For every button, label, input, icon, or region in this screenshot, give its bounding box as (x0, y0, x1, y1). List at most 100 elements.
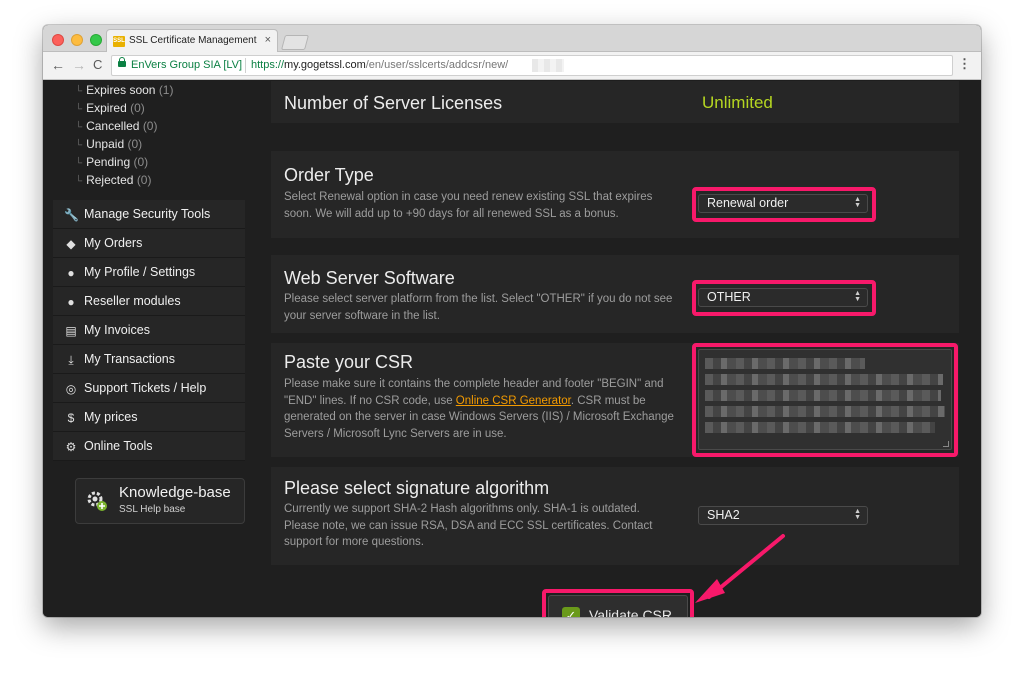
csr-title: Paste your CSR (284, 352, 414, 372)
sidebar-item-label: Unpaid (86, 137, 125, 151)
url-path: /en/user/sslcerts/addcsr/new/ (365, 59, 509, 71)
new-tab-button[interactable] (280, 35, 310, 50)
server-software-title: Web Server Software (284, 268, 455, 288)
knowledge-base-title: Knowledge-base (119, 484, 231, 501)
csr-description: Please make sure it contains the complet… (284, 376, 674, 442)
licenses-title: Number of Server Licenses (284, 93, 503, 113)
back-icon[interactable]: ← (51, 57, 65, 73)
document-icon: ▤ (65, 324, 77, 338)
sidebar-item-label: My prices (84, 410, 138, 424)
url-host: my.gogetssl.com (284, 59, 366, 71)
order-type-highlight (692, 187, 876, 222)
sidebar-item-label: My Orders (84, 236, 143, 250)
signature-selected: SHA2 (707, 508, 740, 522)
sidebar-item-label: My Invoices (84, 323, 150, 337)
url-text: https://my.gogetssl.com/en/user/sslcerts… (251, 59, 508, 71)
online-csr-generator-link[interactable]: Online CSR Generator (456, 395, 571, 407)
status-count: (0) (127, 137, 143, 151)
address-bar[interactable]: EnVers Group SIA [LV] https://my.gogetss… (111, 55, 953, 76)
order-type-panel: Order Type Select Renewal option in case… (271, 151, 959, 238)
sidebar-item-label: Manage Security Tools (84, 207, 211, 221)
status-count: (0) (142, 119, 158, 133)
gears-icon (87, 491, 107, 511)
dollar-icon: $ (67, 411, 75, 425)
server-software-panel: Web Server Software Please select server… (271, 255, 959, 333)
certificate-org-name: EnVers Group SIA [LV] (131, 59, 243, 71)
sidebar-item-my-invoices[interactable]: ▤ My Invoices (53, 316, 245, 345)
sidebar-item-manage-security-tools[interactable]: 🔧 Manage Security Tools (53, 200, 245, 229)
server-software-description: Please select server platform from the l… (284, 293, 673, 322)
close-window-button[interactable] (52, 34, 64, 46)
sidebar-item-label: My Profile / Settings (84, 265, 196, 279)
lifebuoy-icon: ◎ (65, 382, 77, 396)
sidebar-item-label: Rejected (86, 173, 134, 187)
signature-select[interactable]: SHA2 ▲ ▼ (698, 506, 868, 525)
sidebar-item-label: Reseller modules (84, 294, 181, 308)
user-icon: ● (67, 266, 75, 280)
sidebar-item-pending[interactable]: └ Pending (0) (75, 155, 148, 169)
reload-icon[interactable]: C (93, 57, 102, 73)
sidebar-item-my-transactions[interactable]: ⤓ My Transactions (53, 345, 245, 374)
sidebar-menu: 🔧 Manage Security Tools ◆ My Orders ● My Pr… (53, 200, 245, 461)
forward-icon[interactable]: → (72, 57, 86, 73)
sidebar-item-expired[interactable]: └ Expired (0) (75, 101, 145, 115)
users-icon: ● (67, 295, 75, 309)
address-separator (245, 58, 246, 73)
knowledge-base-button[interactable]: Knowledge-base SSL Help base (75, 478, 245, 524)
sidebar-item-support-tickets[interactable]: ◎ Support Tickets / Help (53, 374, 245, 403)
status-count: (0) (133, 155, 149, 169)
wrench-icon: 🔧 (64, 208, 79, 222)
zoom-window-button[interactable] (90, 34, 102, 46)
certificate-status-list: └ Expires soon (1) └ Expired (0) └ Cancelle… (53, 81, 245, 197)
tag-icon: ◆ (66, 237, 76, 251)
tree-branch-icon: └ (75, 86, 83, 97)
sidebar-item-reseller-modules[interactable]: ● Reseller modules (53, 287, 245, 316)
licenses-value: Unlimited (702, 93, 773, 112)
status-count: (0) (130, 101, 145, 115)
minimize-window-button[interactable] (71, 34, 83, 46)
status-count: (0) (136, 173, 152, 187)
tree-branch-icon: └ (75, 104, 83, 115)
sidebar-item-online-tools[interactable]: ⚙ Online Tools (53, 432, 245, 461)
licenses-panel: Number of Server Licenses Unlimited (271, 81, 959, 123)
download-icon: ⤓ (68, 353, 74, 367)
sidebar-item-my-prices[interactable]: $ My prices (53, 403, 245, 432)
tree-branch-icon: └ (75, 122, 83, 133)
sidebar-item-my-profile[interactable]: ● My Profile / Settings (53, 258, 245, 287)
sidebar-item-label: Expires soon (86, 83, 156, 97)
csr-highlight (692, 343, 958, 457)
url-redacted (532, 59, 564, 72)
sidebar-item-unpaid[interactable]: └ Unpaid (0) (75, 137, 142, 151)
browser-menu-icon[interactable]: ⋮ (958, 57, 971, 71)
page: └ Expires soon (1) └ Expired (0) └ Cancelle… (43, 81, 981, 617)
tree-branch-icon: └ (75, 140, 83, 151)
sidebar-item-label: My Transactions (84, 352, 176, 366)
signature-panel: Please select signature algorithm Curren… (271, 467, 959, 565)
gear-icon: ⚙ (65, 440, 77, 454)
sidebar-item-rejected[interactable]: └ Rejected (0) (75, 173, 151, 187)
signature-description: Currently we support SHA-2 Hash algorith… (284, 503, 653, 548)
tab-title: SSL Certificate Management S (129, 35, 259, 46)
sidebar-item-label: Cancelled (86, 119, 140, 133)
favicon-icon: SSL (113, 36, 125, 47)
validate-highlight (542, 589, 694, 617)
server-software-highlight (692, 280, 876, 316)
url-scheme: https:// (251, 59, 285, 71)
sidebar-item-cancelled[interactable]: └ Cancelled (0) (75, 119, 157, 133)
sidebar-item-my-orders[interactable]: ◆ My Orders (53, 229, 245, 258)
tree-branch-icon: └ (75, 158, 83, 169)
browser-toolbar: ← → C EnVers Group SIA [LV] https://my.g… (43, 52, 981, 80)
tree-branch-icon: └ (75, 176, 83, 187)
sidebar: └ Expires soon (1) └ Expired (0) └ Cancelle… (53, 81, 245, 524)
sidebar-item-label: Support Tickets / Help (84, 381, 207, 395)
select-arrows-icon: ▲ ▼ (854, 508, 861, 521)
tab-strip: SSL SSL Certificate Management S × (43, 25, 981, 52)
tab-close-icon[interactable]: × (265, 34, 271, 46)
browser-window: SSL SSL Certificate Management S × ← → C… (43, 25, 981, 617)
sidebar-item-expires-soon[interactable]: └ Expires soon (1) (75, 83, 173, 97)
browser-tab-active[interactable]: SSL SSL Certificate Management S × (106, 29, 278, 52)
sidebar-item-label: Expired (86, 101, 127, 115)
order-type-description: Select Renewal option in case you need r… (284, 191, 653, 220)
knowledge-base-subtitle: SSL Help base (119, 504, 186, 515)
sidebar-item-label: Pending (86, 155, 131, 169)
